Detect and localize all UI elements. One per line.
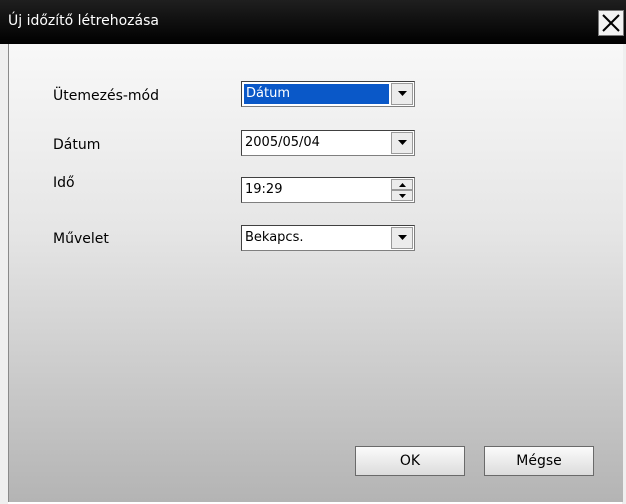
- close-button[interactable]: [598, 10, 624, 36]
- spin-up-icon: [399, 183, 406, 187]
- ok-button[interactable]: OK: [355, 446, 465, 476]
- date-select[interactable]: 2005/05/04: [241, 130, 415, 156]
- cancel-button[interactable]: Mégse: [484, 446, 594, 476]
- schedule-mode-label: Ütemezés-mód: [53, 88, 159, 104]
- dialog-title: Új időzítő létrehozása: [8, 13, 159, 29]
- schedule-mode-select[interactable]: Dátum: [241, 81, 415, 107]
- schedule-mode-dropdown-button[interactable]: [391, 83, 413, 105]
- date-dropdown-button[interactable]: [391, 132, 413, 154]
- time-spin-buttons: [391, 179, 413, 201]
- operation-dropdown-button[interactable]: [391, 227, 413, 249]
- chevron-down-icon: [398, 91, 407, 96]
- title-bar: Új időzítő létrehozása: [0, 0, 626, 44]
- time-increment-button[interactable]: [391, 179, 413, 190]
- operation-value: Bekapcs.: [245, 230, 304, 245]
- close-icon: [602, 14, 620, 32]
- time-label: Idő: [53, 175, 75, 191]
- operation-select[interactable]: Bekapcs.: [241, 225, 415, 251]
- chevron-down-icon: [398, 140, 407, 145]
- time-spinner[interactable]: 19:29: [241, 177, 415, 203]
- schedule-mode-value: Dátum: [244, 84, 389, 104]
- new-timer-dialog: Új időzítő létrehozása Ütemezés-mód Dátu…: [0, 0, 626, 504]
- time-value: 19:29: [245, 182, 283, 197]
- date-label: Dátum: [53, 137, 101, 153]
- chevron-down-icon: [398, 235, 407, 240]
- dialog-body: [8, 44, 623, 502]
- spin-down-icon: [399, 194, 406, 198]
- operation-label: Művelet: [53, 231, 109, 247]
- time-decrement-button[interactable]: [391, 190, 413, 201]
- date-value: 2005/05/04: [245, 135, 320, 150]
- window-frame-left: [0, 44, 8, 504]
